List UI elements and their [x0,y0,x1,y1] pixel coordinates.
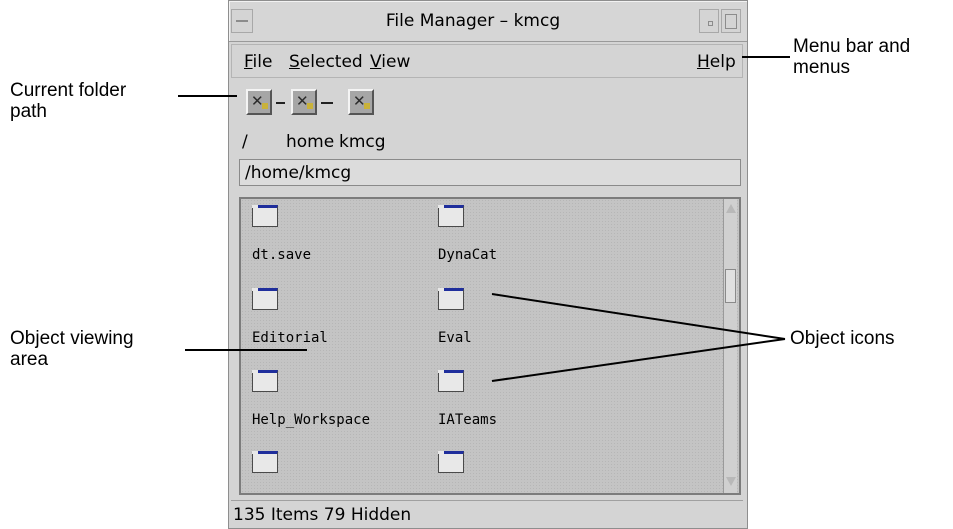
object-item[interactable]: DynaCat [438,205,588,285]
scroll-thumb[interactable] [725,269,736,303]
folder-icon[interactable] [252,205,278,227]
maximize-button[interactable] [721,9,741,33]
path-label-home[interactable]: home [286,132,334,152]
object-item[interactable]: IATeams [438,370,588,450]
path-label-kmcg[interactable]: kmcg [339,132,386,152]
folder-icon[interactable] [252,451,278,473]
object-item[interactable]: Help_Workspace [252,370,402,450]
object-label[interactable]: Editorial [252,330,328,346]
object-label[interactable]: Help_Workspace [252,412,370,428]
title-bar[interactable]: File Manager – kmcg [229,1,747,42]
callout-menu-bar: Menu bar and menus [793,36,910,78]
callout-text: Menu bar and [793,36,911,57]
folder-icon[interactable] [252,370,278,392]
path-separator [320,90,344,112]
object-item[interactable]: Editorial [252,288,402,368]
folder-icon[interactable] [438,205,464,227]
callout-text: menus [793,57,851,78]
folder-icon[interactable] [252,288,278,310]
path-home-icon[interactable]: ✕ [291,89,317,115]
callout-text: Object viewing [10,328,134,349]
menu-bar: File Selected View Help [231,44,743,78]
menu-view[interactable]: View [370,52,410,72]
path-separator [274,90,288,112]
vertical-scrollbar[interactable] [723,199,737,493]
object-label[interactable]: DynaCat [438,247,497,263]
menu-selected[interactable]: Selected [289,52,363,72]
menu-file[interactable]: File [244,52,272,72]
callout-object-viewing-area: Object viewing area [10,328,134,370]
file-manager-window: File Manager – kmcg File Selected View H… [228,0,748,529]
object-item[interactable] [252,451,402,493]
folder-icon[interactable] [438,451,464,473]
object-viewing-area[interactable]: dt.save DynaCat Editorial Eval Help_Work… [239,197,741,495]
callout-current-folder-path: Current folder path [10,80,126,122]
minimize-button[interactable] [699,9,719,33]
callout-text: Object icons [790,328,895,349]
current-folder-field[interactable]: /home/kmcg [239,159,741,186]
path-root-icon[interactable]: ✕ [246,89,272,115]
window-menu-button[interactable] [231,9,253,33]
path-kmcg-icon[interactable]: ✕ [348,89,374,115]
callout-text: area [10,349,49,370]
callout-text: path [10,101,47,122]
object-item[interactable]: dt.save [252,205,402,285]
scroll-up-arrow-icon[interactable] [725,201,737,215]
status-bar: 135 Items 79 Hidden [231,500,743,528]
path-label-root[interactable]: / [242,132,248,152]
callout-object-icons: Object icons [790,328,895,349]
object-item[interactable]: Eval [438,288,588,368]
object-label[interactable]: dt.save [252,247,311,263]
folder-icon[interactable] [438,288,464,310]
callout-text: Current folder [10,80,127,101]
menu-help[interactable]: Help [697,52,736,72]
object-item[interactable] [438,451,588,493]
window-title: File Manager – kmcg [385,11,561,31]
object-label[interactable]: Eval [438,330,472,346]
folder-icon[interactable] [438,370,464,392]
scroll-down-arrow-icon[interactable] [725,475,737,489]
object-label[interactable]: IATeams [438,412,497,428]
